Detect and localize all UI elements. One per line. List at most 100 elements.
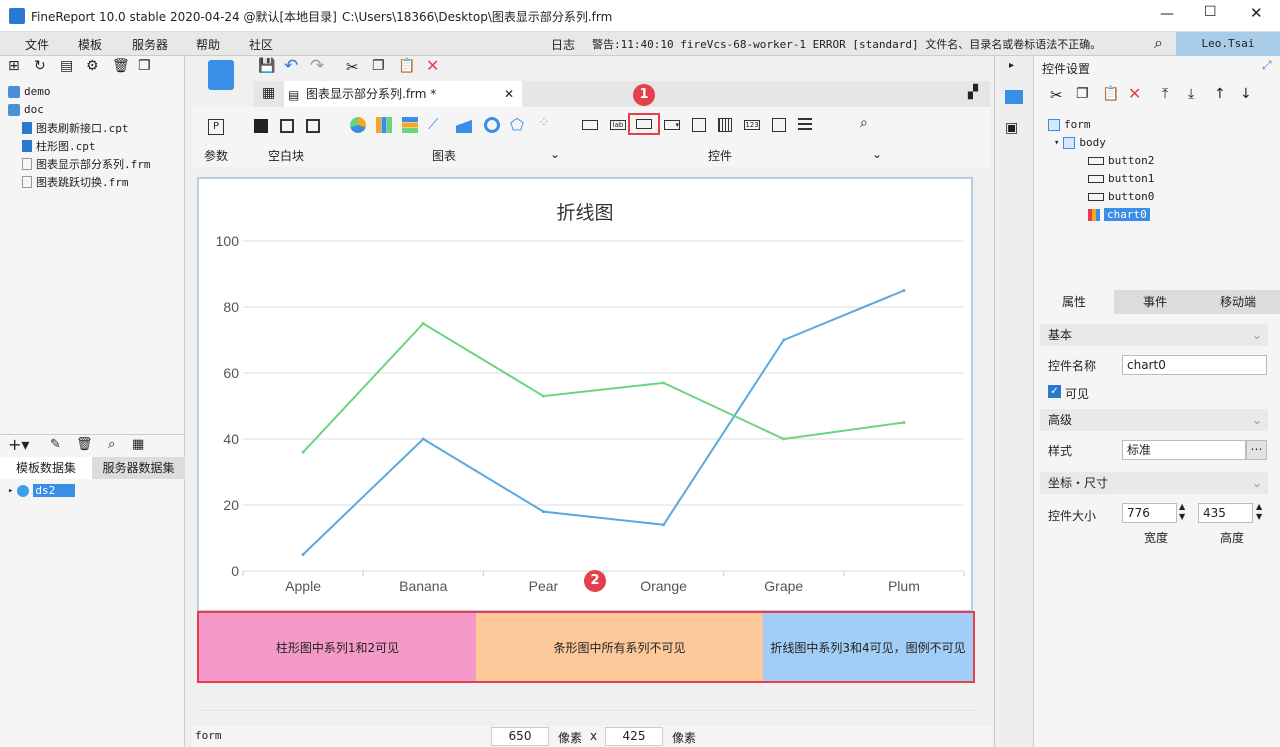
more-options-icon[interactable]: ⋯ — [1246, 440, 1267, 460]
delete-dataset-icon[interactable]: 🗑 — [76, 437, 93, 452]
vertical-scrollbar[interactable] — [977, 168, 991, 708]
tab-menu-icon[interactable]: ▞ — [968, 85, 978, 100]
settings-icon[interactable]: ⚙ — [86, 58, 99, 74]
tree-node-chart0[interactable]: chart0 — [1088, 206, 1150, 223]
dataset-item[interactable]: ▸ ds2 — [8, 482, 76, 499]
checkbox-group-icon[interactable] — [798, 118, 812, 132]
widget-dropdown-icon[interactable]: ⌄ — [872, 147, 882, 161]
button2[interactable]: 柱形图中系列1和2可见 — [199, 613, 476, 681]
widget-settings-tab-icon[interactable] — [1005, 90, 1023, 104]
refresh-icon[interactable]: ↻ — [34, 58, 46, 74]
scatter-chart-icon[interactable]: ⁘ — [538, 115, 550, 131]
horizontal-scrollbar[interactable] — [197, 710, 977, 724]
tree-item-doc[interactable]: doc — [8, 101, 44, 118]
search-icon[interactable]: ⌕ — [1154, 33, 1163, 53]
style-input[interactable]: 标准 — [1122, 440, 1246, 460]
height-spinner-icon[interactable]: ▲ ▼ — [1256, 502, 1262, 522]
tree-node-body[interactable]: ▾ body — [1054, 134, 1106, 151]
new-folder-icon[interactable]: ⊞ — [8, 58, 20, 74]
area-chart-icon[interactable] — [456, 117, 472, 133]
textbox-widget-icon[interactable] — [582, 120, 598, 130]
textarea-widget-icon[interactable] — [772, 118, 786, 132]
menu-template[interactable]: 模板 — [78, 36, 102, 53]
user-name[interactable]: Leo.Tsai — [1176, 32, 1280, 56]
tree-item-file[interactable]: 图表跳跃切换.frm — [22, 173, 129, 190]
table-layout-icon[interactable] — [306, 119, 320, 133]
calendar-widget-icon[interactable] — [718, 118, 732, 132]
tree-node-button1[interactable]: button1 — [1088, 170, 1154, 187]
chart-widget[interactable]: 折线图 0 20 40 60 80 100 Apple Banana Pear Orange Gr… — [197, 177, 973, 612]
visible-checkbox[interactable]: ✓ — [1048, 385, 1061, 398]
section-advanced[interactable]: 高级 ⌄ — [1040, 409, 1268, 431]
line-chart-icon[interactable]: ⟋ — [428, 115, 439, 133]
layout-tab-icon[interactable]: ▣ — [1005, 120, 1018, 136]
button0[interactable]: 折线图中系列3和4可见，图例不可见 — [763, 613, 973, 681]
delete-icon[interactable]: 🗑 — [112, 58, 130, 74]
tree-item-file[interactable]: 图表显示部分系列.frm — [22, 155, 151, 172]
section-coord-size[interactable]: 坐标・尺寸 ⌄ — [1040, 472, 1268, 494]
copy-icon[interactable]: ❐ — [1076, 86, 1089, 102]
paste-icon[interactable]: 📋 — [1102, 86, 1119, 102]
server-dataset-icon[interactable]: ▦ — [132, 437, 144, 452]
minimize-icon[interactable]: — — [1160, 6, 1174, 22]
button1[interactable]: 条形图中所有系列不可见 — [476, 613, 763, 681]
search-widget-icon[interactable]: ⌕ — [860, 115, 868, 131]
blank-block-icon[interactable] — [254, 119, 268, 133]
cut-icon[interactable]: ✂ — [346, 58, 359, 76]
add-dataset-icon[interactable]: +▾ — [8, 435, 29, 454]
chart-dropdown-icon[interactable]: ⌄ — [550, 147, 560, 161]
expand-icon[interactable]: ⤢ — [1262, 58, 1272, 73]
canvas-width-input[interactable]: 650 — [491, 727, 549, 746]
close-icon[interactable]: ✕ — [1250, 4, 1263, 22]
tree-item-demo[interactable]: demo — [8, 83, 51, 100]
height-input[interactable]: 435 — [1198, 503, 1253, 523]
menu-server[interactable]: 服务器 — [132, 36, 168, 53]
log-label[interactable]: 日志 — [551, 36, 575, 53]
layout-icon[interactable] — [280, 119, 294, 133]
param-icon[interactable]: P — [208, 119, 224, 135]
close-tab-icon[interactable]: ✕ — [504, 81, 514, 107]
width-input[interactable]: 776 — [1122, 503, 1177, 523]
widget-name-input[interactable]: chart0 — [1122, 355, 1267, 375]
section-basic[interactable]: 基本 ⌄ — [1040, 324, 1268, 346]
tab-template-dataset[interactable]: 模板数据集 — [0, 457, 92, 479]
combo-widget-icon[interactable]: ▾ — [664, 120, 680, 130]
cut-icon[interactable]: ✂ — [1050, 86, 1063, 104]
editor-tab[interactable]: ▤ 图表显示部分系列.frm * ✕ — [284, 81, 522, 107]
grid-view-icon[interactable]: ▦ — [262, 85, 275, 101]
save-icon[interactable]: 💾 — [258, 58, 275, 74]
bar-chart-icon[interactable] — [376, 117, 392, 133]
canvas-height-input[interactable]: 425 — [605, 727, 663, 746]
collapse-arrow-icon[interactable]: ▸ — [1009, 60, 1014, 71]
open-icon[interactable]: ▤ — [60, 58, 73, 74]
label-widget-icon[interactable]: lab — [610, 120, 626, 130]
width-spinner-icon[interactable]: ▲ ▼ — [1179, 502, 1185, 522]
tree-item-file[interactable]: 图表刷新接口.cpt — [22, 119, 129, 136]
number-widget-icon[interactable]: 123 — [744, 120, 760, 130]
tab-events[interactable]: 事件 — [1114, 290, 1196, 314]
copy-icon[interactable]: ❐ — [372, 58, 385, 74]
tree-item-file[interactable]: 柱形图.cpt — [22, 137, 96, 154]
tab-server-dataset[interactable]: 服务器数据集 — [92, 457, 185, 479]
button-widget-icon[interactable] — [628, 113, 660, 135]
tab-mobile[interactable]: 移动端 — [1196, 290, 1280, 314]
undo-icon[interactable]: ↶ — [284, 56, 298, 76]
stacked-bar-icon[interactable] — [402, 117, 418, 133]
template-icon[interactable] — [208, 60, 234, 90]
paste-icon[interactable]: 📋 — [398, 58, 415, 74]
move-top-icon[interactable]: ⤒ — [1162, 86, 1168, 102]
menu-help[interactable]: 帮助 — [196, 36, 220, 53]
tree-node-form[interactable]: form — [1048, 116, 1091, 133]
tree-node-button2[interactable]: button2 — [1088, 152, 1154, 169]
radar-chart-icon[interactable]: ⬠ — [510, 115, 524, 134]
date-widget-icon[interactable] — [692, 118, 706, 132]
edit-icon[interactable]: ✎ — [50, 437, 61, 452]
menu-community[interactable]: 社区 — [249, 36, 273, 53]
tab-properties[interactable]: 属性 — [1034, 290, 1114, 314]
pie-chart-icon[interactable] — [350, 117, 366, 133]
menu-file[interactable]: 文件 — [25, 36, 49, 53]
gauge-chart-icon[interactable] — [484, 117, 500, 133]
move-down-icon[interactable]: ↓ — [1240, 86, 1252, 102]
redo-icon[interactable]: ↷ — [310, 56, 324, 76]
tree-node-button0[interactable]: button0 — [1088, 188, 1154, 205]
